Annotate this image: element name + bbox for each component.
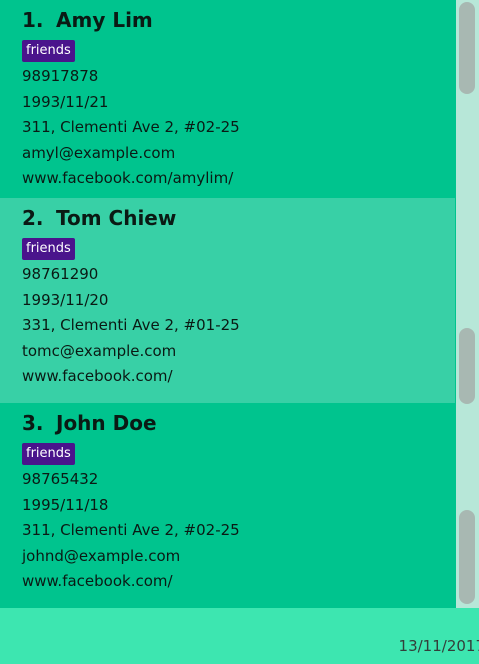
scrollbar-thumb[interactable] [459, 510, 475, 604]
scrollbar-track[interactable] [456, 0, 479, 608]
person-website: www.facebook.com/amylim/ [22, 169, 234, 187]
person-card[interactable]: 2. Tom Chiew friends 98761290 1993/11/20… [0, 198, 455, 403]
person-name: Tom Chiew [56, 206, 177, 230]
scrollbar-thumb[interactable] [459, 328, 475, 404]
person-birthday: 1995/11/18 [22, 495, 109, 514]
person-card[interactable]: 1. Amy Lim friends 98917878 1993/11/21 3… [0, 0, 455, 198]
person-address: 311, Clementi Ave 2, #02-25 [22, 118, 240, 136]
person-email: amyl@example.com [22, 143, 176, 162]
person-name: Amy Lim [56, 8, 153, 32]
person-name: John Doe [56, 411, 157, 435]
person-title-row: 1. Amy Lim [22, 8, 455, 38]
person-phone: 98765432 [22, 470, 99, 488]
tag-badge: friends [22, 238, 75, 260]
person-website: www.facebook.com/ [22, 572, 173, 590]
status-date: 13/11/2017 [398, 637, 479, 655]
person-address: 311, Clementi Ave 2, #02-25 [22, 521, 240, 539]
person-email: johnd@example.com [22, 546, 181, 565]
person-birthday: 1993/11/21 [22, 92, 109, 111]
person-phone: 98917878 [22, 67, 99, 85]
person-title-row: 3. John Doe [22, 411, 455, 441]
scrollbar-thumb[interactable] [459, 2, 475, 94]
status-bar: 13/11/2017 [0, 623, 479, 664]
person-title-row: 2. Tom Chiew [22, 206, 455, 236]
person-birthday: 1993/11/20 [22, 290, 109, 309]
person-email: tomc@example.com [22, 341, 177, 360]
person-tags: friends [22, 441, 455, 467]
person-tags: friends [22, 38, 455, 64]
tag-badge: friends [22, 443, 75, 465]
person-card[interactable]: 3. John Doe friends 98765432 1995/11/18 … [0, 403, 455, 608]
person-address: 331, Clementi Ave 2, #01-25 [22, 316, 240, 334]
tag-badge: friends [22, 40, 75, 62]
person-website: www.facebook.com/ [22, 367, 173, 385]
person-tags: friends [22, 236, 455, 262]
person-index: 3. [22, 411, 44, 435]
person-index: 2. [22, 206, 44, 230]
person-phone: 98761290 [22, 265, 99, 283]
person-index: 1. [22, 8, 44, 32]
person-cards: 1. Amy Lim friends 98917878 1993/11/21 3… [0, 0, 455, 608]
person-list[interactable]: 1. Amy Lim friends 98917878 1993/11/21 3… [0, 0, 479, 608]
